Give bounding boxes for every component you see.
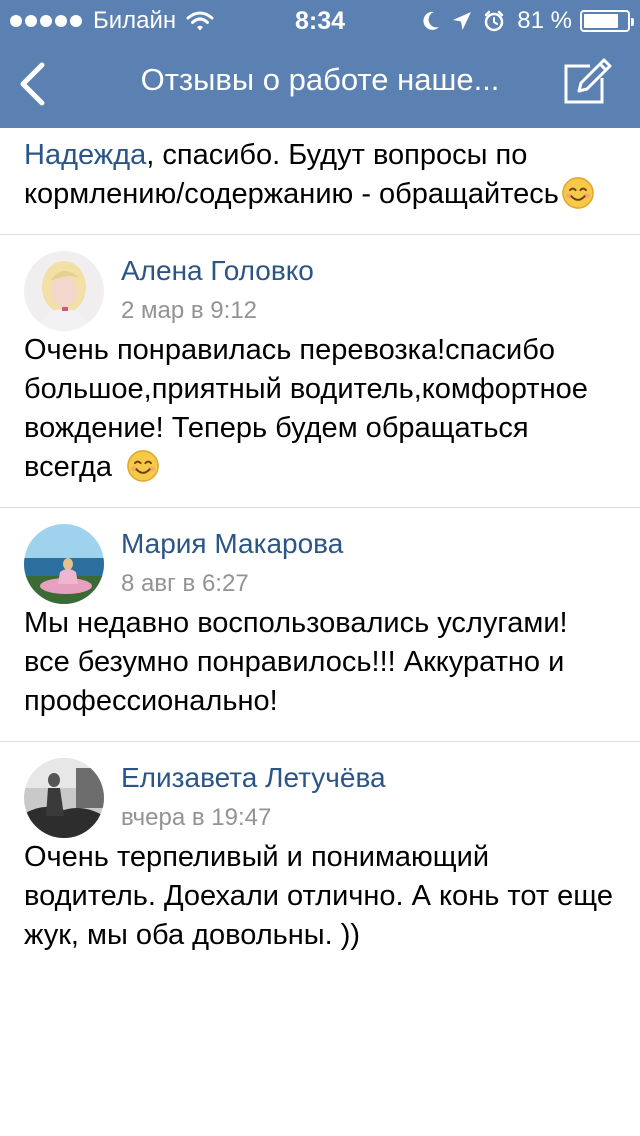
- smiling-face-emoji: [562, 177, 594, 209]
- battery-percent: 81 %: [517, 7, 572, 34]
- comment-header: Мария Макарова 8 авг в 6:27: [24, 508, 616, 604]
- compose-button[interactable]: [560, 56, 612, 108]
- comment-text: Очень понравилась перевозка!спасибо боль…: [24, 331, 616, 487]
- signal-dots-icon: [10, 15, 85, 27]
- carrier-name: Билайн: [93, 7, 177, 34]
- comment-header: Елизавета Летучёва вчера в 19:47: [24, 742, 616, 838]
- comment-date: 8 авг в 6:27: [121, 570, 249, 597]
- comment-header: Алена Головко 2 мар в 9:12: [24, 235, 616, 331]
- mention-link[interactable]: Надежда: [24, 139, 146, 171]
- comments-list: Надежда, спасибо. Будут вопросы по кормл…: [0, 128, 640, 975]
- comment-body: Очень понравилась перевозка!спасибо боль…: [24, 334, 588, 483]
- location-arrow-icon: [453, 12, 472, 30]
- page-title: Отзывы о работе наше...: [140, 62, 500, 97]
- alarm-clock-icon: [485, 10, 504, 32]
- navigation-bar: Отзывы о работе наше...: [0, 40, 640, 128]
- battery-fill: [584, 14, 619, 28]
- status-left: Билайн: [10, 7, 214, 35]
- status-bar: Билайн 8:34 81 %: [0, 0, 640, 40]
- moon-icon: [423, 11, 440, 30]
- avatar[interactable]: [24, 758, 104, 838]
- avatar[interactable]: [24, 251, 104, 331]
- app-header: Билайн 8:34 81 % Отзывы о работе наше...: [0, 0, 640, 128]
- comment-text: Очень терпеливый и понимающий водитель. …: [24, 841, 613, 951]
- comment-date: вчера в 19:47: [121, 804, 272, 831]
- author-name[interactable]: Елизавета Летучёва: [121, 762, 386, 794]
- status-right: 81 %: [411, 7, 634, 35]
- battery-icon: [580, 10, 634, 32]
- comment: Надежда, спасибо. Будут вопросы по кормл…: [0, 128, 640, 235]
- comment: Алена Головко 2 мар в 9:12 Очень понрави…: [0, 235, 640, 508]
- wifi-icon: [186, 11, 214, 31]
- comment-date: 2 мар в 9:12: [121, 297, 258, 324]
- comment: Мария Макарова 8 авг в 6:27 Мы недавно в…: [0, 508, 640, 742]
- avatar[interactable]: [24, 524, 104, 604]
- author-name[interactable]: Алена Головко: [121, 255, 314, 287]
- smiling-face-emoji: [127, 450, 159, 482]
- author-name[interactable]: Мария Макарова: [121, 528, 343, 560]
- comment: Елизавета Летучёва вчера в 19:47 Очень т…: [0, 742, 640, 975]
- comment-text: Мы недавно воспользовались услугами! все…: [24, 607, 568, 717]
- chevron-left-icon: [20, 62, 45, 106]
- back-button[interactable]: [10, 58, 54, 110]
- comment-text: Надежда, спасибо. Будут вопросы по кормл…: [24, 136, 616, 214]
- compose-icon: [564, 58, 612, 104]
